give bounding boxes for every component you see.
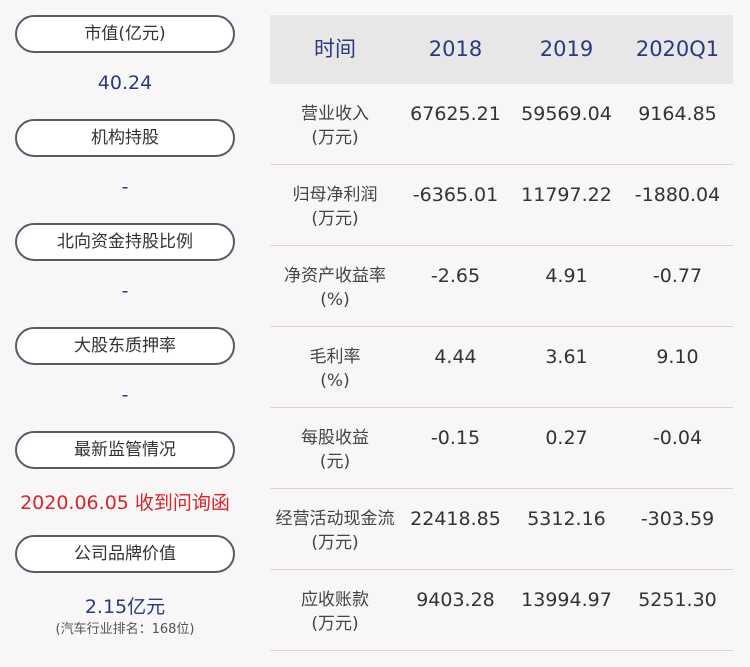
brand-industry-rank: (汽车行业排名：168位) — [55, 622, 195, 637]
header-2018: 2018 — [428, 37, 483, 61]
cell-2019: 11797.22 — [521, 184, 612, 206]
cell-2018: -0.15 — [430, 427, 481, 449]
row-label-unit: (万元) — [311, 533, 359, 553]
table-row: 经营活动现金流 (万元) 22418.85 5312.16 -303.59 — [270, 489, 733, 570]
cell-2019: 0.27 — [545, 427, 588, 449]
table-row: 应收账款 (万元) 9403.28 13994.97 5251.30 — [270, 570, 733, 651]
row-label-main: 每股收益 — [301, 428, 369, 448]
cell-2018: -6365.01 — [412, 184, 499, 206]
brand-value-label: 公司品牌价值 — [15, 535, 235, 573]
cell-2020q1: -0.04 — [652, 427, 703, 449]
cell-2020q1: -303.59 — [640, 508, 715, 530]
row-label: 应收账款 (万元) — [270, 588, 400, 636]
cell-2019: 5312.16 — [527, 508, 606, 530]
cell-2020q1: 9.10 — [656, 346, 699, 368]
cell-2020q1: 9164.85 — [638, 103, 717, 125]
row-label: 毛利率 (%) — [270, 345, 400, 393]
row-label-unit: (万元) — [311, 128, 359, 148]
row-label-main: 应收账款 — [301, 590, 369, 610]
cell-2020q1: 5251.30 — [638, 589, 717, 611]
row-label-unit: (%) — [320, 371, 350, 391]
cell-2020q1: -0.77 — [652, 265, 703, 287]
row-label-unit: (%) — [320, 290, 350, 310]
header-2020q1: 2020Q1 — [635, 37, 720, 61]
table-row: 营业收入 (万元) 67625.21 59569.04 9164.85 — [270, 84, 733, 165]
row-label-main: 营业收入 — [301, 104, 369, 124]
table-row: 每股收益 (元) -0.15 0.27 -0.04 — [270, 408, 733, 489]
northbound-holding-label: 北向资金持股比例 — [15, 223, 235, 261]
row-label-unit: (元) — [319, 452, 351, 472]
northbound-holding-value: - — [121, 280, 129, 302]
table-row: 净资产收益率 (%) -2.65 4.91 -0.77 — [270, 246, 733, 327]
table-row: 归母净利润 (万元) -6365.01 11797.22 -1880.04 — [270, 165, 733, 246]
cell-2018: -2.65 — [430, 265, 481, 287]
cell-2020q1: -1880.04 — [634, 184, 721, 206]
pledge-ratio-value: - — [121, 384, 129, 406]
brand-value: 2.15亿元 — [84, 596, 166, 618]
cell-2018: 9403.28 — [416, 589, 495, 611]
stock-summary-panel: 市值(亿元) 40.24 机构持股 - 北向资金持股比例 - 大股东质押率 - … — [0, 0, 250, 667]
header-time: 时间 — [314, 37, 356, 61]
row-label-main: 归母净利润 — [292, 185, 378, 205]
row-label-main: 经营活动现金流 — [275, 509, 395, 529]
cell-2018: 67625.21 — [410, 103, 501, 125]
row-label-unit: (万元) — [311, 614, 359, 634]
regulatory-status-label: 最新监管情况 — [15, 431, 235, 469]
financial-table: 时间 2018 2019 2020Q1 营业收入 (万元) 67625.21 5… — [270, 15, 733, 651]
market-cap-value: 40.24 — [97, 72, 153, 94]
header-2019: 2019 — [539, 37, 594, 61]
row-label: 经营活动现金流 (万元) — [270, 507, 400, 555]
table-row: 毛利率 (%) 4.44 3.61 9.10 — [270, 327, 733, 408]
row-label: 归母净利润 (万元) — [270, 183, 400, 231]
pledge-ratio-label: 大股东质押率 — [15, 327, 235, 365]
row-label: 每股收益 (元) — [270, 426, 400, 474]
cell-2019: 3.61 — [545, 346, 588, 368]
table-header: 时间 2018 2019 2020Q1 — [270, 15, 733, 84]
institution-holding-label: 机构持股 — [15, 119, 235, 157]
row-label-unit: (万元) — [311, 209, 359, 229]
cell-2019: 4.91 — [545, 265, 588, 287]
cell-2018: 4.44 — [434, 346, 477, 368]
row-label-main: 净资产收益率 — [284, 266, 386, 286]
row-label: 营业收入 (万元) — [270, 102, 400, 150]
row-label: 净资产收益率 (%) — [270, 264, 400, 312]
cell-2019: 59569.04 — [521, 103, 612, 125]
cell-2019: 13994.97 — [521, 589, 612, 611]
regulatory-status-value: 2020.06.05 收到问询函 — [20, 492, 230, 514]
institution-holding-value: - — [121, 176, 129, 198]
market-cap-label: 市值(亿元) — [15, 15, 235, 53]
cell-2018: 22418.85 — [410, 508, 501, 530]
row-label-main: 毛利率 — [309, 347, 361, 367]
